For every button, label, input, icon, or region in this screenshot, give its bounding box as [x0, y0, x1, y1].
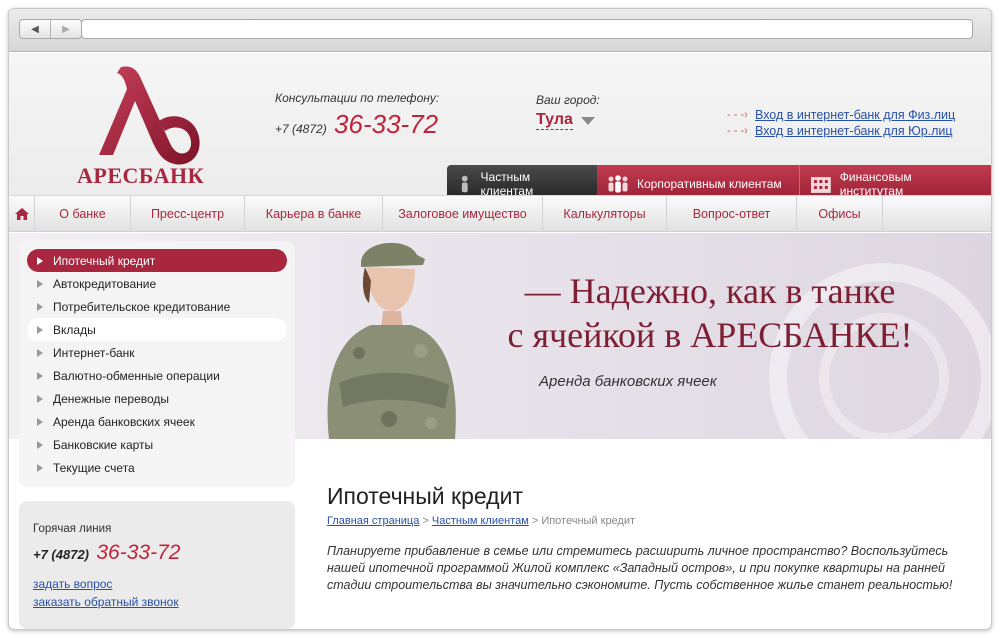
tab-private-label: Частным клиентам: [480, 170, 534, 198]
triangle-right-icon: [37, 279, 43, 288]
sidemenu-item-bank-cards[interactable]: Банковские карты: [27, 433, 287, 456]
nav-about[interactable]: О банке: [35, 196, 131, 232]
phone-number: 36-33-72: [334, 109, 439, 139]
breadcrumb-current: Ипотечный кредит: [541, 515, 636, 527]
sidemenu-item-label: Потребительское кредитование: [53, 299, 231, 314]
internet-bank-links: - - -› Вход в интернет-банк для Физ.лиц …: [727, 107, 955, 139]
sidemenu-item-label: Валютно-обменные операции: [53, 368, 220, 383]
city-selector[interactable]: Тула: [536, 111, 595, 130]
arrow-right-icon: - - -›: [727, 125, 748, 137]
history-buttons: ◀ ▶: [19, 19, 82, 39]
hotline-phone-code: +7 (4872): [33, 547, 90, 562]
breadcrumb-separator: >: [419, 515, 432, 527]
breadcrumb-section-link[interactable]: Частным клиентам: [432, 515, 529, 527]
slogan-line1: — Надежно, как в танке: [524, 271, 896, 311]
sidemenu-item-safe-deposit[interactable]: Аренда банковских ячеек: [27, 410, 287, 433]
chevron-down-icon[interactable]: [580, 116, 595, 125]
breadcrumb-separator: >: [528, 515, 542, 527]
sidemenu-item-mortgage[interactable]: Ипотечный кредит: [27, 249, 287, 272]
back-button[interactable]: ◀: [20, 20, 50, 38]
triangle-right-icon: [37, 256, 43, 265]
ask-question-link[interactable]: задать вопрос: [33, 577, 281, 591]
person-icon: [461, 175, 468, 193]
ebank-row-individual: - - -› Вход в интернет-банк для Физ.лиц: [727, 107, 955, 123]
main-nav: О банке Пресс-центр Карьера в банке Зало…: [9, 195, 991, 232]
logo-text: АРЕСБАНК: [77, 163, 205, 188]
intro-paragraph: Планируете прибавление в семье или стрем…: [327, 544, 953, 592]
home-icon: [14, 208, 29, 220]
sidemenu-item-label: Интернет-банк: [53, 345, 135, 360]
triangle-right-icon: [37, 371, 43, 380]
triangle-right-icon: [37, 417, 43, 426]
nav-press-center[interactable]: Пресс-центр: [131, 196, 245, 232]
nav-career[interactable]: Карьера в банке: [245, 196, 383, 232]
triangle-right-icon: [37, 394, 43, 403]
consult-label: Консультации по телефону:: [275, 91, 440, 105]
ebank-individual-link[interactable]: Вход в интернет-банк для Физ.лиц: [755, 108, 955, 122]
nav-offices[interactable]: Офисы: [797, 196, 883, 232]
header-phone: +7 (4872) 36-33-72: [275, 109, 438, 140]
soldier-woman-image: [327, 242, 456, 439]
ebank-row-legal: - - -› Вход в интернет-банк для Юр.лиц: [727, 123, 955, 139]
sidemenu-item-auto-credit[interactable]: Автокредитование: [27, 272, 287, 295]
back-arrow-icon: ◀: [31, 23, 39, 35]
sidemenu-item-label: Вклады: [53, 322, 96, 337]
arrow-right-icon: - - -›: [727, 109, 748, 121]
sidemenu-item-currency-exchange[interactable]: Валютно-обменные операции: [27, 364, 287, 387]
city-value[interactable]: Тула: [536, 111, 573, 130]
sidemenu-item-label: Денежные переводы: [53, 391, 170, 406]
triangle-right-icon: [37, 302, 43, 311]
sidemenu-item-money-transfers[interactable]: Денежные переводы: [27, 387, 287, 410]
slogan-line2: с ячейкой в АРЕСБАНКЕ!: [507, 315, 913, 355]
breadcrumb: Главная страница > Частным клиентам > Ип…: [327, 515, 635, 527]
triangle-right-icon: [37, 463, 43, 472]
triangle-right-icon: [37, 348, 43, 357]
phone-code: +7 (4872): [275, 122, 327, 136]
forward-button[interactable]: ▶: [50, 20, 81, 38]
nav-calculators[interactable]: Калькуляторы: [543, 196, 667, 232]
hotline-phone: +7 (4872) 36-33-72: [33, 541, 281, 565]
side-menu: Ипотечный кредит Автокредитование Потреб…: [19, 241, 295, 487]
nav-faq[interactable]: Вопрос-ответ: [667, 196, 797, 232]
forward-arrow-icon: ▶: [62, 23, 70, 35]
banner-subtitle: Аренда банковских ячеек: [539, 373, 717, 390]
sidemenu-item-label: Ипотечный кредит: [53, 253, 156, 268]
sidemenu-item-label: Аренда банковских ячеек: [53, 414, 195, 429]
hotline-phone-number: 36-33-72: [96, 541, 181, 564]
sidemenu-item-label: Текущие счета: [53, 460, 135, 475]
people-group-icon: [608, 175, 628, 193]
city-label: Ваш город:: [536, 93, 600, 107]
ebank-legal-link[interactable]: Вход в интернет-банк для Юр.лиц: [755, 124, 953, 138]
triangle-right-icon: [37, 440, 43, 449]
building-icon: [810, 177, 831, 193]
site-header: АРЕСБАНК Консультации по телефону: +7 (4…: [9, 53, 991, 203]
hotline-box: Горячая линия +7 (4872) 36-33-72 задать …: [19, 501, 295, 629]
sidemenu-item-deposits[interactable]: Вклады: [27, 318, 287, 341]
triangle-right-icon: [37, 325, 43, 334]
sidemenu-item-internet-bank[interactable]: Интернет-банк: [27, 341, 287, 364]
tab-corporate-label: Корпоративным клиентам: [637, 177, 782, 191]
sidemenu-item-consumer-credit[interactable]: Потребительское кредитование: [27, 295, 287, 318]
sidemenu-item-current-accounts[interactable]: Текущие счета: [27, 456, 287, 479]
tab-financial-label: Финансовым институтам: [839, 170, 912, 198]
address-bar[interactable]: [81, 19, 973, 39]
request-callback-link[interactable]: заказать обратный звонок: [33, 595, 281, 609]
banner-slogan: — Надежно, как в танке с ячейкой в АРЕСБ…: [475, 269, 945, 357]
sidemenu-item-label: Банковские карты: [53, 437, 154, 452]
home-button[interactable]: [9, 196, 35, 232]
breadcrumb-home-link[interactable]: Главная страница: [327, 515, 419, 527]
sidemenu-item-label: Автокредитование: [53, 276, 157, 291]
browser-window: ◀ ▶ АРЕСБАНК Консультации по телефону: +…: [8, 8, 992, 630]
page-title: Ипотечный кредит: [327, 483, 523, 509]
browser-toolbar: ◀ ▶: [9, 9, 991, 52]
hotline-title: Горячая линия: [33, 523, 112, 535]
nav-collateral[interactable]: Залоговое имущество: [383, 196, 543, 232]
